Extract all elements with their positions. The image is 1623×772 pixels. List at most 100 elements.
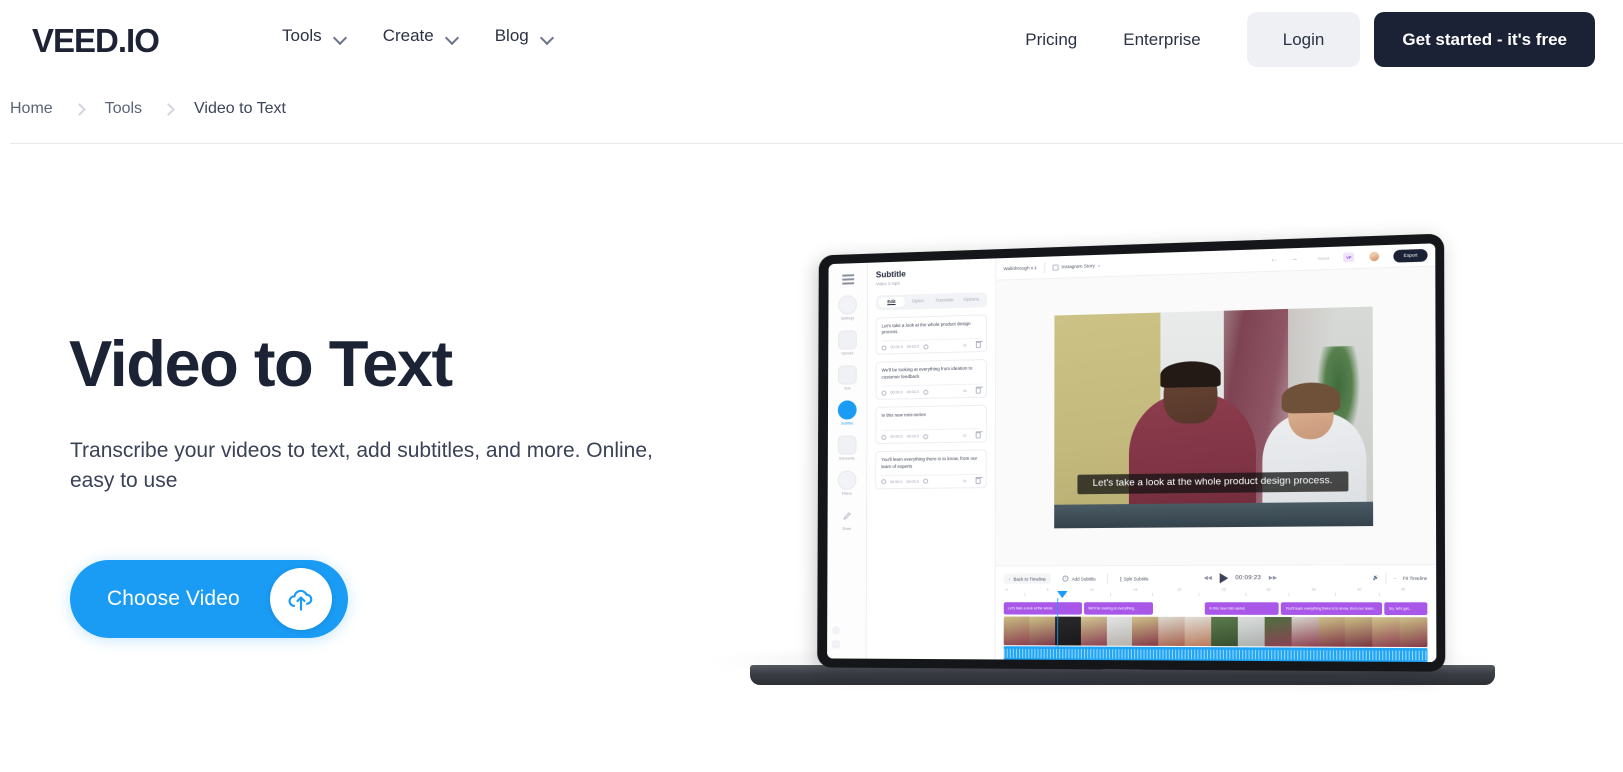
tab-edit[interactable]: Edit [878,296,905,308]
veed-logo[interactable]: VEED.IO [32,22,160,60]
skip-forward-icon[interactable]: ▶▶ [1269,575,1277,581]
nav-item-blog[interactable]: Blog [495,26,554,46]
subtitle-entry[interactable]: You'll learn everything there is to know… [875,449,987,490]
subtitle-entry-text[interactable]: We'll be looking at everything from idea… [881,366,980,381]
subtitle-tabs: Edit Styles Translate Options [875,291,988,311]
nav-item-create[interactable]: Create [383,26,459,46]
sidebar-item-settings[interactable]: Settings [838,295,858,321]
tab-translate[interactable]: Translate [931,295,958,306]
sidebar-label-subtitle: Subtitle [840,421,854,426]
text-icon [837,365,857,385]
nav-item-enterprise[interactable]: Enterprise [1123,12,1200,67]
subtitle-entry[interactable]: Let's take a look at the whole product d… [875,313,988,356]
login-button[interactable]: Login [1246,12,1361,67]
avatar[interactable] [1368,250,1381,263]
film-frame [1132,616,1159,646]
skip-back-icon[interactable]: ◀◀ [1204,575,1212,581]
subtitle-clip-track: Let's take a look at the whole We'll be … [1003,602,1428,616]
nav-item-tools[interactable]: Tools [282,26,347,46]
tab-styles[interactable]: Styles [905,296,932,307]
back-to-timeline-button[interactable]: ‹ Back to Timeline [1003,573,1052,584]
tab-options[interactable]: Options [958,294,985,305]
timeline-right-controls: 🔊 − Fit Timeline [1373,572,1427,584]
subtitle-start-time: 00:00.0 [890,390,903,395]
sidebar-item-upload[interactable]: Upload [838,330,857,356]
split-subtitle-button[interactable]: [ ] Split Subtitle [1114,573,1153,583]
audio-waveform-track[interactable] [1003,646,1428,663]
timeline-clip[interactable]: Let's take a look at the whole [1003,602,1082,615]
page-root: VEED.IO Tools Create Blog Pricing Enterp… [0,0,1623,772]
sidebar-item-elements[interactable]: Elements [837,435,857,461]
sidebar-item-draw[interactable]: Draw [837,506,856,531]
header-actions: Pricing Enterprise Login Get started - i… [1025,12,1595,67]
timeline-clip[interactable]: You'll learn everything there is to know… [1281,602,1383,616]
timeline-clip[interactable]: We'll be looking at everything... [1084,602,1153,615]
redo-arrow-icon[interactable]: → [1291,255,1299,263]
back-to-timeline-label: Back to Timeline [1013,576,1046,582]
breadcrumb-item-tools[interactable]: Tools [105,100,142,118]
trash-icon[interactable] [975,342,981,349]
filters-icon [837,470,857,490]
trash-icon[interactable] [975,387,981,394]
cloud-upload-icon[interactable] [270,568,332,630]
subtitle-entry-text[interactable]: In this new mini-series [881,411,980,425]
sidebar-item-text[interactable]: Text [837,365,857,391]
film-frame [1106,616,1133,646]
playhead-line [1056,598,1058,650]
timeline: ‹ Back to Timeline + Add Subtitle [ ] Sp… [995,563,1437,663]
film-frame [1291,617,1319,647]
timeline-ruler[interactable]: 5 5 10 15 20 25 30 35 40 45 [1004,587,1428,650]
format-selector[interactable]: Instagram Story ▾ [1052,263,1100,271]
speaker-icon[interactable]: 🔊 [1373,575,1379,581]
subtitle-duration: 3s [962,433,967,438]
ruler-mark: 5 [1046,587,1049,592]
ruler-mark: 40 [1357,587,1362,592]
laptop-screen-bezel: Settings Upload Text Subtitle Elements F… [817,233,1446,672]
layers-icon[interactable] [832,640,840,649]
play-button[interactable] [1219,573,1228,584]
menu-icon[interactable] [841,274,854,285]
film-frame [1158,616,1185,646]
subtitle-end-time: 00:03.0 [906,434,919,439]
sidebar-item-filters[interactable]: Filters [837,470,857,496]
video-canvas[interactable]: Let's take a look at the whole product d… [1054,306,1374,529]
subtitle-entry-text[interactable]: Let's take a look at the whole product d… [882,320,981,336]
subtitle-entry[interactable]: In this new mini-series 00:00.0 00:03.0 … [875,404,987,445]
timeline-clip[interactable]: So, let's get... [1384,602,1428,616]
subtitle-entry[interactable]: We'll be looking at everything from idea… [875,359,987,401]
subtitle-end-time: 00:03.0 [906,390,919,395]
nav-item-pricing[interactable]: Pricing [1025,12,1077,67]
trash-icon[interactable] [975,477,981,485]
subtitle-entry-text[interactable]: You'll learn everything there is to know… [881,456,980,470]
trash-icon[interactable] [975,432,981,439]
film-frame [1211,616,1238,647]
help-icon[interactable] [832,626,841,635]
fit-timeline-label[interactable]: Fit Timeline [1403,575,1427,580]
minus-icon[interactable]: − [1393,575,1396,580]
sidebar-label-upload: Upload [841,351,854,356]
playhead-handle[interactable] [1056,590,1068,599]
add-subtitle-button[interactable]: + Add Subtitle [1057,573,1101,584]
gear-icon [838,295,858,315]
film-frame [1318,617,1346,647]
breadcrumb-item-home[interactable]: Home [10,100,53,118]
divider [1107,572,1109,585]
sidebar-item-subtitle[interactable]: Subtitle [837,400,857,426]
video-thumbnail-track[interactable] [1003,616,1428,648]
export-button[interactable]: Export [1393,248,1428,263]
get-started-button[interactable]: Get started - it's free [1374,12,1595,67]
plus-icon: + [1062,575,1069,582]
timeline-clip[interactable]: In this new mini-series [1204,602,1280,615]
editor-main: Walkthrough v.1 Instagram Story ▾ ← → Sa… [995,243,1437,663]
subtitle-entry-meta: 00:00.0 00:03.0 3s [881,428,981,441]
timeline-clip-gap [1155,602,1203,615]
undo-arrow-icon[interactable]: ← [1270,256,1278,264]
editor-screen: Settings Upload Text Subtitle Elements F… [827,243,1437,663]
clock-icon [922,433,928,439]
choose-video-label: Choose Video [107,587,240,610]
project-name[interactable]: Walkthrough v.1 [1003,265,1036,271]
page-title: Video to Text [69,327,453,400]
elements-icon [837,435,857,455]
nav-label-blog: Blog [494,26,529,45]
sidebar-bottom-icons [832,626,841,649]
